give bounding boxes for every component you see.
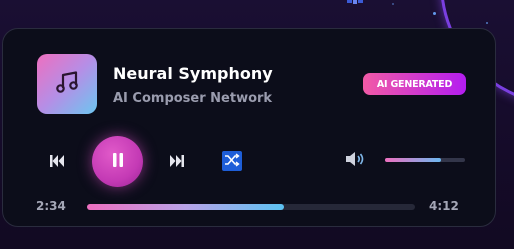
music-player-card: Neural Symphony AI Composer Network AI G… — [2, 28, 496, 227]
progress-bar[interactable] — [87, 204, 415, 210]
volume-slider-fill — [385, 158, 441, 162]
next-button[interactable] — [167, 152, 187, 172]
shuffle-button[interactable] — [222, 151, 242, 171]
volume-slider[interactable] — [385, 158, 465, 162]
current-time: 2:34 — [36, 199, 66, 213]
track-artist: AI Composer Network — [113, 91, 273, 106]
skip-previous-icon — [49, 153, 65, 172]
ai-generated-badge: AI GENERATED — [363, 73, 466, 95]
skip-next-icon — [169, 153, 185, 172]
volume-button[interactable] — [344, 150, 368, 172]
previous-button[interactable] — [47, 152, 67, 172]
shuffle-icon — [224, 152, 240, 171]
background: Neural Symphony AI Composer Network AI G… — [0, 0, 514, 249]
progress-bar-fill — [87, 204, 284, 210]
track-title: Neural Symphony — [113, 64, 273, 83]
star-decoration — [433, 12, 436, 15]
play-pause-button[interactable] — [92, 136, 143, 187]
star-decoration — [486, 22, 488, 24]
star-decoration — [392, 3, 394, 5]
pause-icon — [111, 152, 125, 172]
music-note-icon — [52, 67, 82, 101]
total-time: 4:12 — [429, 199, 459, 213]
satellite-icon — [347, 0, 363, 4]
album-cover — [37, 54, 97, 114]
speaker-icon — [345, 150, 367, 172]
